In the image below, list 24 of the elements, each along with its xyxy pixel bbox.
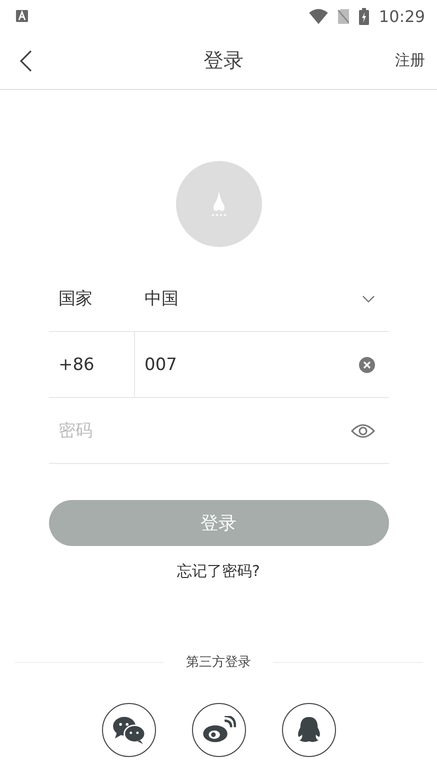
phone-input[interactable]: 007	[134, 354, 358, 374]
third-party-title: 第三方登录	[186, 654, 251, 671]
app-notification-icon	[16, 10, 28, 22]
register-link[interactable]: 注册	[395, 51, 425, 70]
page-title: 登录	[204, 47, 244, 74]
penguin-button[interactable]	[282, 703, 336, 757]
battery-charging-icon	[358, 8, 369, 24]
chevron-down-icon[interactable]	[362, 294, 374, 302]
country-select[interactable]: 中国	[134, 287, 362, 310]
wifi-icon	[308, 8, 328, 24]
penguin-icon	[296, 716, 322, 744]
eye-signal-button[interactable]	[192, 703, 246, 757]
back-icon[interactable]	[20, 50, 32, 72]
country-code[interactable]: +86	[48, 332, 134, 397]
eye-icon[interactable]	[350, 422, 374, 438]
password-input[interactable]: 密码	[48, 420, 350, 440]
country-label: 国家	[58, 288, 94, 310]
no-sim-icon	[338, 8, 349, 24]
status-time: 10:29	[378, 6, 425, 26]
chat-bubbles-button[interactable]	[102, 703, 156, 757]
chat-bubbles-icon	[112, 715, 146, 745]
clear-icon[interactable]	[358, 356, 374, 372]
eye-signal-icon	[202, 716, 236, 744]
forgot-password-link[interactable]: 忘记了密码?	[177, 562, 260, 581]
